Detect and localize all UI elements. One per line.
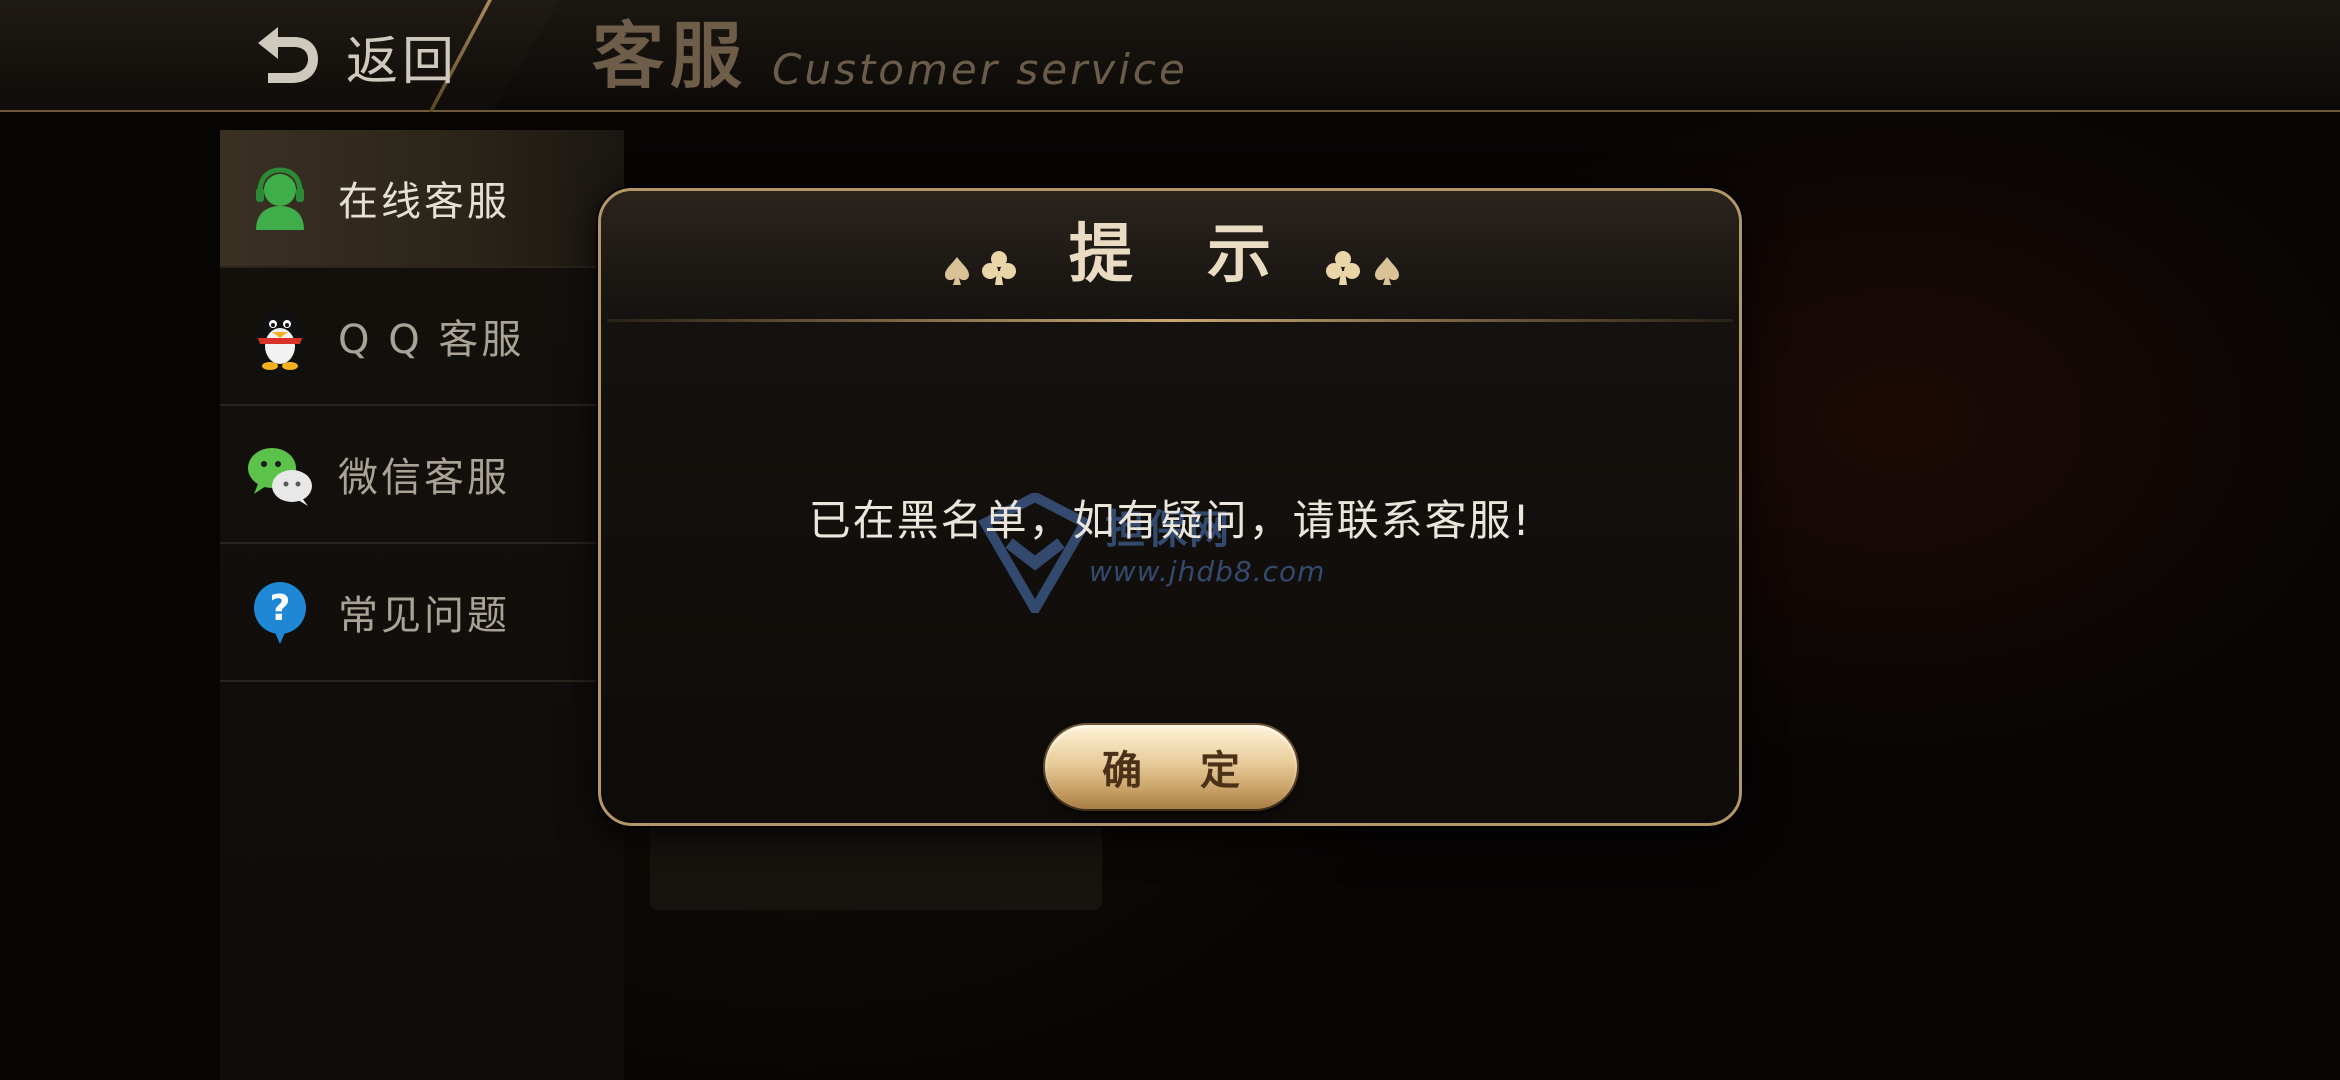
page-subtitle: Customer service — [772, 45, 1188, 94]
dialog-title: 提 示 — [1068, 218, 1298, 292]
service-sidebar: 在线客服 Q Q 客服 微信客服 ? 常见问题 — [220, 130, 624, 1080]
qq-penguin-icon — [258, 310, 302, 370]
wechat-icon — [248, 448, 312, 506]
sidebar-item-label: Q Q 客服 — [338, 317, 525, 363]
customer-service-screen: 返回 客服 Customer service 在线客服 Q Q 客服 微信客服 … — [0, 0, 2340, 1080]
confirm-label: 确 定 — [1102, 748, 1262, 794]
watermark-url: www.jhdb8.com — [1089, 555, 1326, 588]
svg-text:?: ? — [270, 588, 291, 629]
question-bubble-icon: ? — [254, 582, 306, 644]
dialog-message: 已在黑名单，如有疑问，请联系客服! — [808, 496, 1532, 545]
dialog-header-divider — [607, 319, 1733, 322]
back-arrow-icon — [258, 27, 318, 83]
sidebar-item-wechat-service[interactable]: 微信客服 — [220, 406, 624, 544]
sidebar-item-faq[interactable]: ? 常见问题 — [220, 544, 624, 682]
page-title: 客服 — [592, 14, 749, 98]
sidebar-item-online-service[interactable]: 在线客服 — [220, 130, 624, 268]
sidebar-item-label: 在线客服 — [338, 179, 510, 225]
back-label: 返回 — [346, 31, 459, 92]
sidebar-item-label: 微信客服 — [338, 455, 510, 501]
back-button[interactable]: 返回 — [248, 18, 458, 94]
top-header: 返回 客服 Customer service — [0, 0, 2340, 112]
alert-dialog: 提 示 担保网 www.jhdb8.com 已在黑名单，如有疑问，请联系客服! … — [598, 188, 1742, 826]
club-spade-decoration-icon — [1326, 251, 1399, 285]
sidebar-item-label: 常见问题 — [338, 593, 510, 639]
headset-agent-icon — [256, 167, 304, 230]
confirm-button[interactable]: 确 定 — [1045, 725, 1297, 809]
sidebar-item-qq-service[interactable]: Q Q 客服 — [220, 268, 624, 406]
